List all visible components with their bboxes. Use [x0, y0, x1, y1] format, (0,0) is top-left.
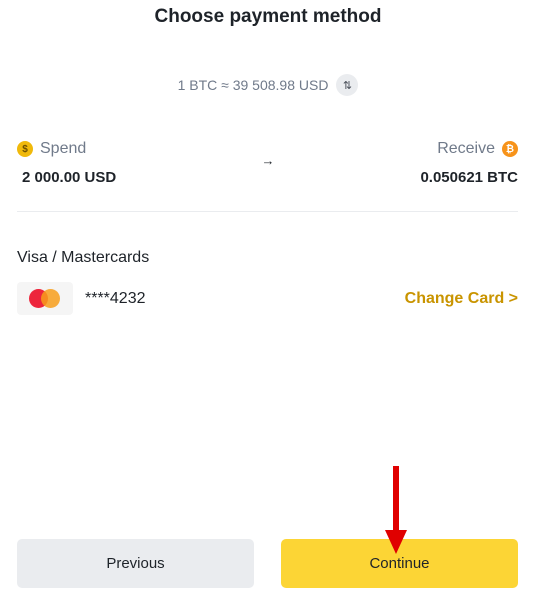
mastercard-orange-circle [41, 289, 60, 308]
usd-coin-icon: $ [17, 141, 33, 157]
mastercard-logo-icon [17, 282, 73, 315]
card-number: ****4232 [85, 290, 146, 307]
spend-label-row: $ Spend [17, 140, 86, 158]
exchange-rate-text: 1 BTC ≈ 39 508.98 USD [177, 77, 329, 93]
btc-coin-icon: ₿ [502, 141, 518, 157]
payment-section-label: Visa / Mastercards [17, 249, 150, 266]
previous-button[interactable]: Previous [17, 539, 254, 588]
annotation-arrow-icon [385, 466, 407, 554]
page-title: Choose payment method [154, 6, 382, 27]
divider [17, 211, 518, 212]
swap-vertical-icon[interactable]: ⇅ [336, 74, 359, 96]
spend-label: Spend [40, 140, 87, 157]
spend-amount: 2 000.00 USD [22, 169, 117, 186]
receive-label-row: Receive ₿ [437, 140, 518, 158]
receive-amount: 0.050621 BTC [420, 169, 518, 186]
receive-label: Receive [437, 140, 495, 157]
exchange-rate-row: 1 BTC ≈ 39 508.98 USD ⇅ [0, 74, 536, 96]
arrow-right-icon: → [261, 153, 275, 168]
payment-method-screen: Choose payment method 1 BTC ≈ 39 508.98 … [0, 0, 536, 600]
change-card-link[interactable]: Change Card > [405, 290, 518, 308]
